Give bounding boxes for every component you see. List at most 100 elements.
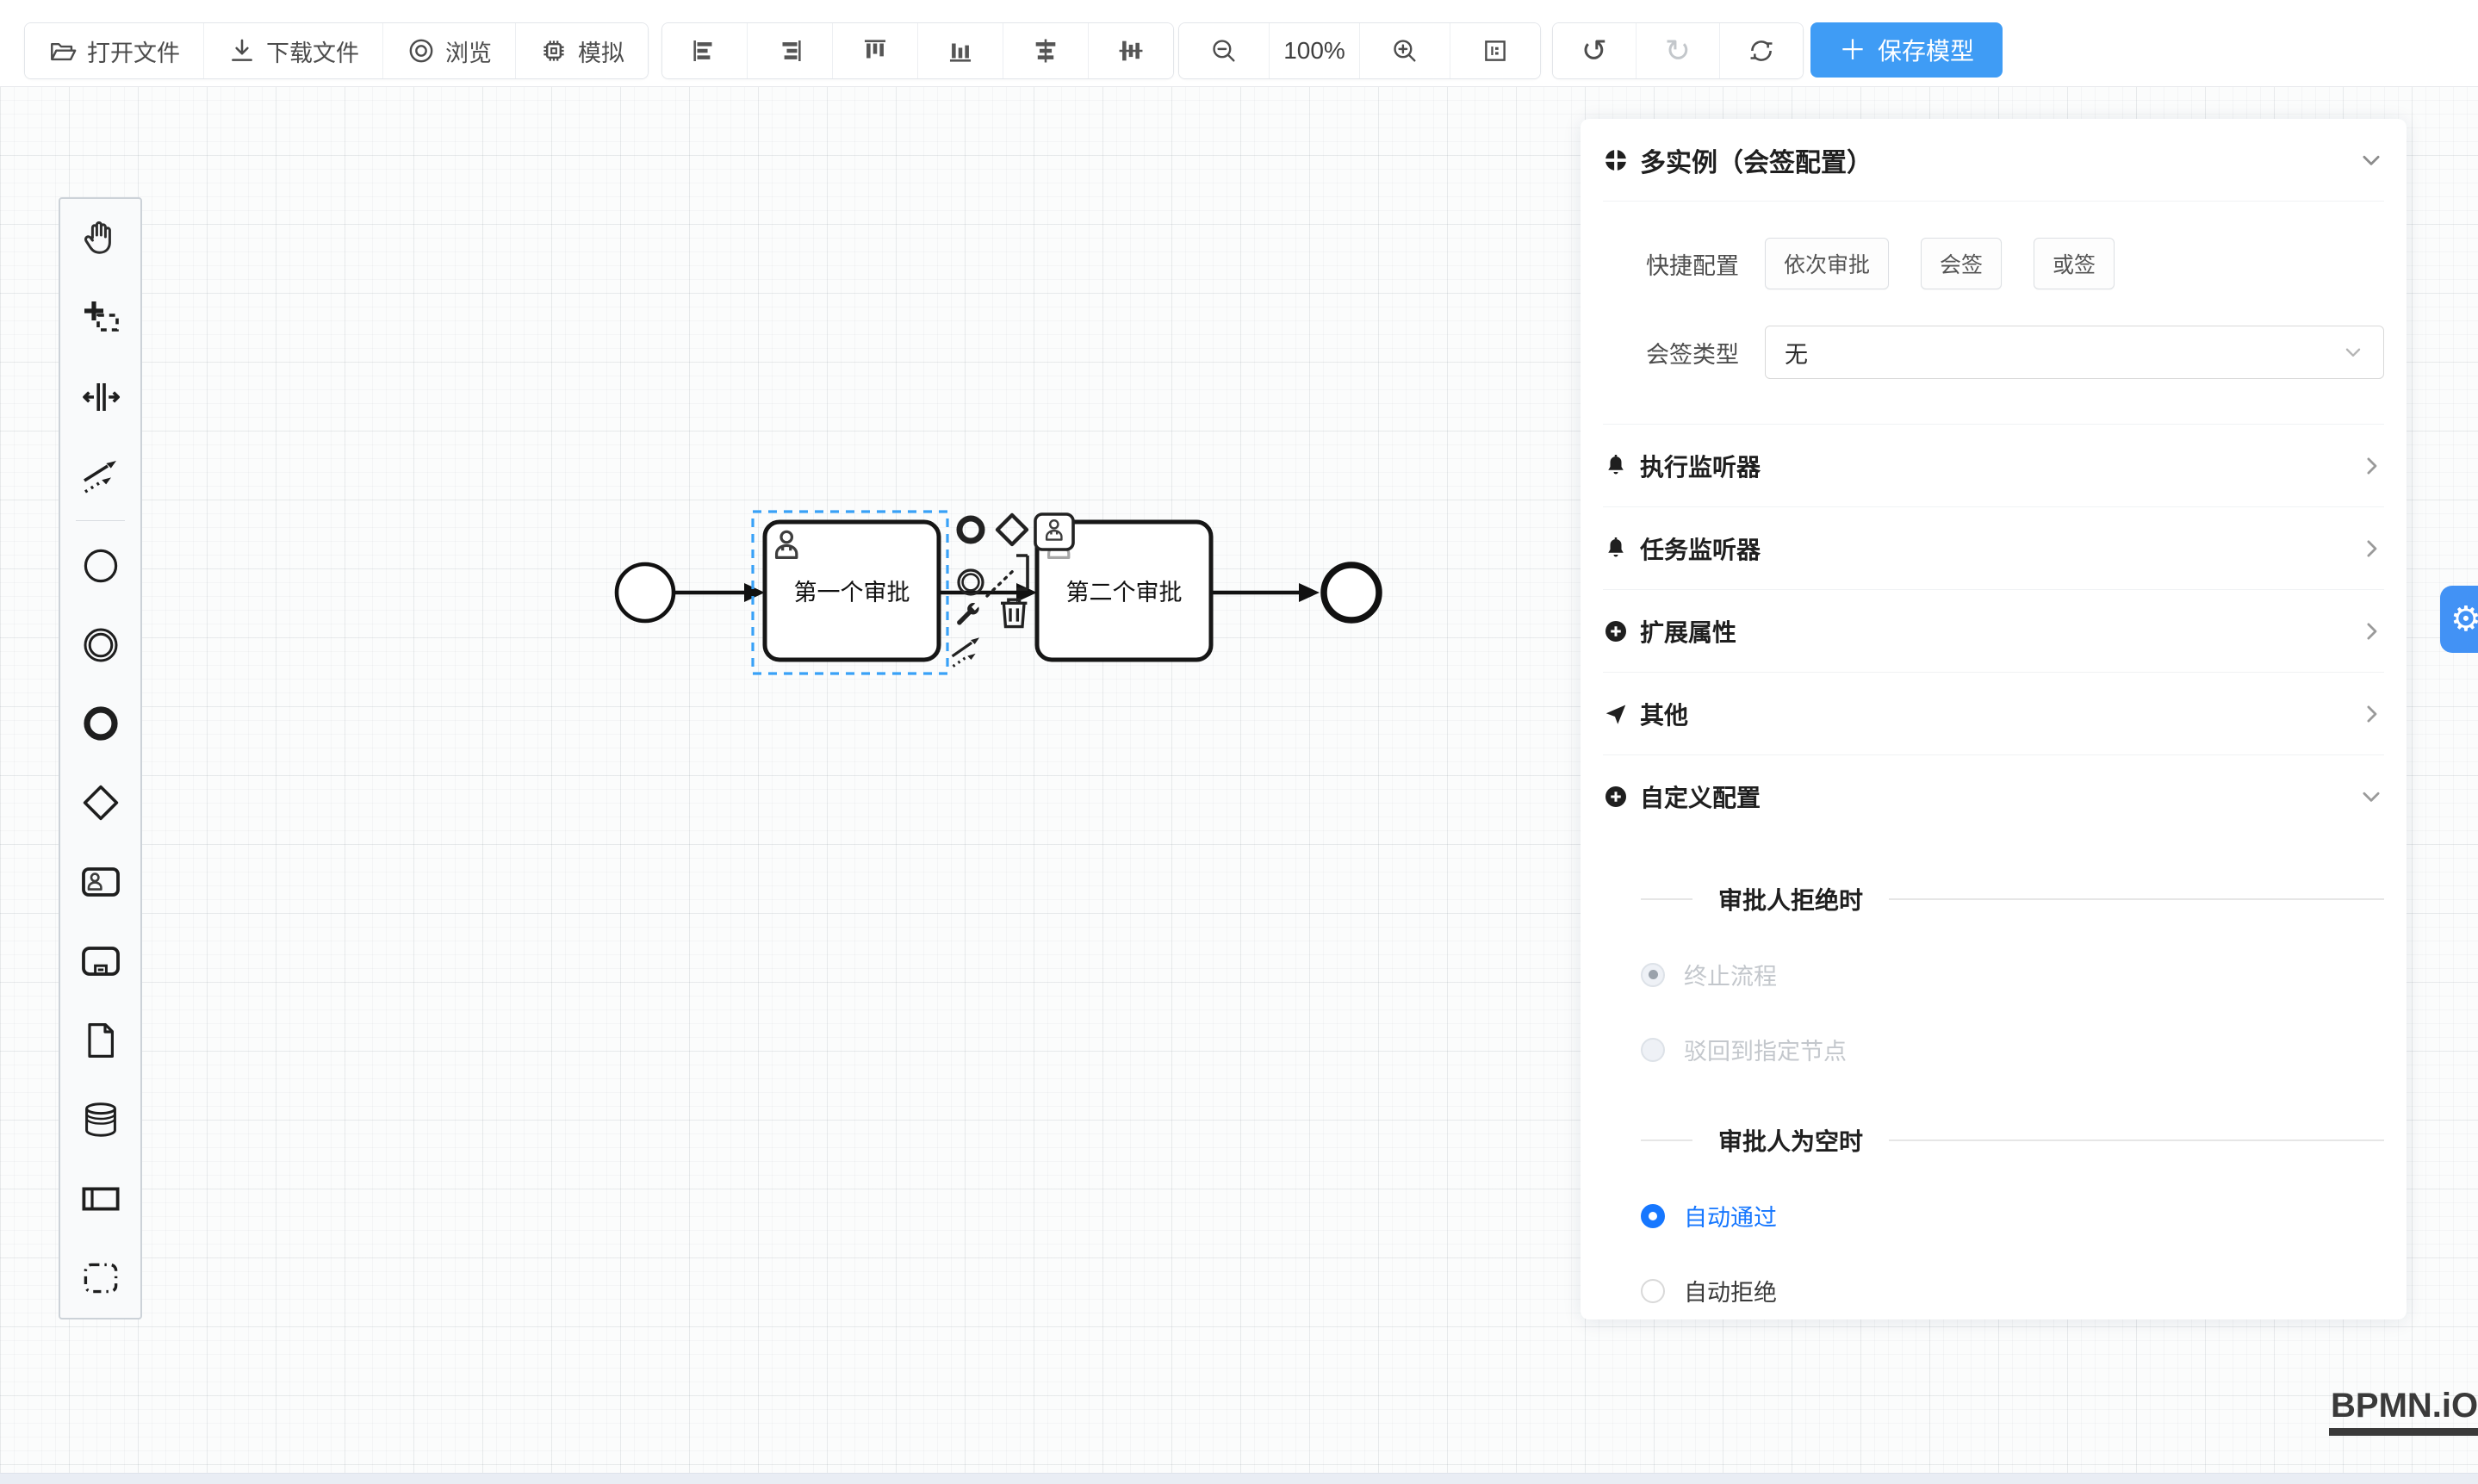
terminate-process-label: 终止流程 xyxy=(1684,958,1777,991)
chevron-down-icon[interactable] xyxy=(2358,147,2384,173)
quick-config-row: 快捷配置 依次审批 会签 或签 xyxy=(1603,238,2384,289)
section-execution-listener[interactable]: 执行监听器 xyxy=(1603,424,2384,506)
align-horizontal-center-button[interactable] xyxy=(1003,23,1088,78)
bpmn-designer-app: 打开文件 下载文件 浏览 模拟 xyxy=(0,0,2478,1484)
open-file-button[interactable]: 打开文件 xyxy=(25,23,203,78)
align-vertical-center-button[interactable] xyxy=(1088,23,1173,78)
create-user-task[interactable] xyxy=(60,842,140,922)
bell-icon xyxy=(1603,453,1629,479)
refresh-icon xyxy=(1747,36,1776,65)
countersign-button[interactable]: 会签 xyxy=(1921,238,2002,289)
bottom-strip xyxy=(0,1473,2478,1484)
or-sign-button[interactable]: 或签 xyxy=(2034,238,2115,289)
multi-type-select[interactable]: 无 xyxy=(1765,326,2384,379)
custom-config-label: 自定义配置 xyxy=(1640,779,1761,814)
element-palette xyxy=(59,197,142,1319)
sequence-flow-2[interactable] xyxy=(939,583,1037,602)
palette-separator xyxy=(76,520,126,521)
chevron-right-icon xyxy=(2358,701,2384,727)
eye-icon xyxy=(407,36,436,65)
start-event-icon xyxy=(80,545,121,587)
zoom-level-display[interactable]: 100% xyxy=(1269,23,1359,78)
participant-icon xyxy=(80,1178,121,1220)
intermediate-event-icon xyxy=(80,624,121,666)
zoom-in-button[interactable] xyxy=(1359,23,1450,78)
create-subprocess[interactable] xyxy=(60,922,140,1001)
zoom-out-button[interactable] xyxy=(1179,23,1269,78)
sequence-flow-3[interactable] xyxy=(1211,583,1320,602)
undo-button[interactable]: ↺ xyxy=(1553,23,1636,78)
save-model-button[interactable]: ＋ 保存模型 xyxy=(1810,22,2003,78)
countersign-label: 会签 xyxy=(1940,248,1983,279)
lasso-tool[interactable] xyxy=(60,278,140,357)
create-participant[interactable] xyxy=(60,1159,140,1239)
wrench-icon[interactable] xyxy=(957,603,978,624)
create-end-event[interactable] xyxy=(60,685,140,764)
align-right-button[interactable] xyxy=(747,23,832,78)
multi-type-row: 会签类型 无 xyxy=(1603,326,2384,379)
global-connect-tool[interactable] xyxy=(60,437,140,516)
top-toolbar: 打开文件 下载文件 浏览 模拟 xyxy=(0,0,2478,87)
align-top-button[interactable] xyxy=(832,23,917,78)
plus-icon: ＋ xyxy=(1839,36,1866,64)
start-event[interactable] xyxy=(617,564,674,621)
hand-tool[interactable] xyxy=(60,199,140,278)
connect-tool-icon[interactable] xyxy=(953,637,980,666)
panel-sections: 执行监听器 任务监听器 扩展属性 其他 自定义配置 xyxy=(1603,424,2384,837)
append-end-event-icon[interactable] xyxy=(960,518,982,541)
section-custom-config[interactable]: 自定义配置 xyxy=(1603,754,2384,837)
sequential-approval-button[interactable]: 依次审批 xyxy=(1765,238,1889,289)
zoom-out-icon xyxy=(1209,36,1239,65)
bpmn-io-logo: BPMN.iO xyxy=(2329,1387,2478,1436)
append-user-task-icon[interactable] xyxy=(1035,514,1073,550)
divider xyxy=(1889,1139,2384,1141)
simulate-button[interactable]: 模拟 xyxy=(515,23,648,78)
zoom-in-icon xyxy=(1390,36,1419,65)
redo-button[interactable]: ↻ xyxy=(1636,23,1719,78)
sequence-flow-1[interactable] xyxy=(674,583,765,602)
align-bottom-button[interactable] xyxy=(917,23,1003,78)
user-task-1[interactable]: 第一个审批 xyxy=(765,522,939,660)
create-intermediate-event[interactable] xyxy=(60,605,140,685)
chevron-right-icon xyxy=(2358,453,2384,479)
create-data-object[interactable] xyxy=(60,1001,140,1080)
end-event[interactable] xyxy=(1324,565,1379,620)
fit-viewport-button[interactable] xyxy=(1450,23,1540,78)
task-listener-label: 任务监听器 xyxy=(1640,531,1761,566)
chevron-down-icon xyxy=(2358,784,2384,810)
space-tool-icon xyxy=(80,376,121,418)
section-task-listener[interactable]: 任务监听器 xyxy=(1603,506,2384,589)
download-file-button[interactable]: 下载文件 xyxy=(203,23,382,78)
radio-return-to-node[interactable]: 驳回到指定节点 xyxy=(1641,1033,2384,1066)
create-data-store[interactable] xyxy=(60,1080,140,1159)
radio-auto-pass[interactable]: 自动通过 xyxy=(1641,1199,2384,1233)
radio-auto-reject[interactable]: 自动拒绝 xyxy=(1641,1274,2384,1307)
preview-button[interactable]: 浏览 xyxy=(382,23,515,78)
append-gateway-icon[interactable] xyxy=(997,515,1027,544)
or-sign-label: 或签 xyxy=(2053,248,2096,279)
data-object-icon xyxy=(80,1020,121,1061)
trash-icon[interactable] xyxy=(1001,599,1027,626)
create-gateway[interactable] xyxy=(60,763,140,842)
redo-icon: ↻ xyxy=(1665,33,1691,69)
folder-open-icon xyxy=(48,36,78,65)
append-text-annotation-icon[interactable] xyxy=(987,556,1028,596)
radio-terminate-process[interactable]: 终止流程 xyxy=(1641,958,2384,991)
bell-icon xyxy=(1603,536,1629,562)
append-intermediate-event-icon[interactable] xyxy=(959,570,983,594)
settings-toggle-tab[interactable]: ⚙ xyxy=(2440,586,2478,653)
radio-icon xyxy=(1641,1204,1665,1228)
bpmn-diagram: 第一个审批 第二个审批 xyxy=(586,482,1430,741)
refresh-button[interactable] xyxy=(1719,23,1803,78)
group-icon xyxy=(80,1257,121,1299)
space-tool[interactable] xyxy=(60,357,140,437)
align-bottom-icon xyxy=(946,36,975,65)
create-group[interactable] xyxy=(60,1239,140,1318)
align-left-button[interactable] xyxy=(662,23,747,78)
other-label: 其他 xyxy=(1640,697,1688,731)
chevron-right-icon xyxy=(2358,536,2384,562)
panel-header[interactable]: 多实例（会签配置） xyxy=(1603,119,2384,202)
section-other[interactable]: 其他 xyxy=(1603,672,2384,754)
section-extended-properties[interactable]: 扩展属性 xyxy=(1603,589,2384,672)
create-start-event[interactable] xyxy=(60,526,140,605)
